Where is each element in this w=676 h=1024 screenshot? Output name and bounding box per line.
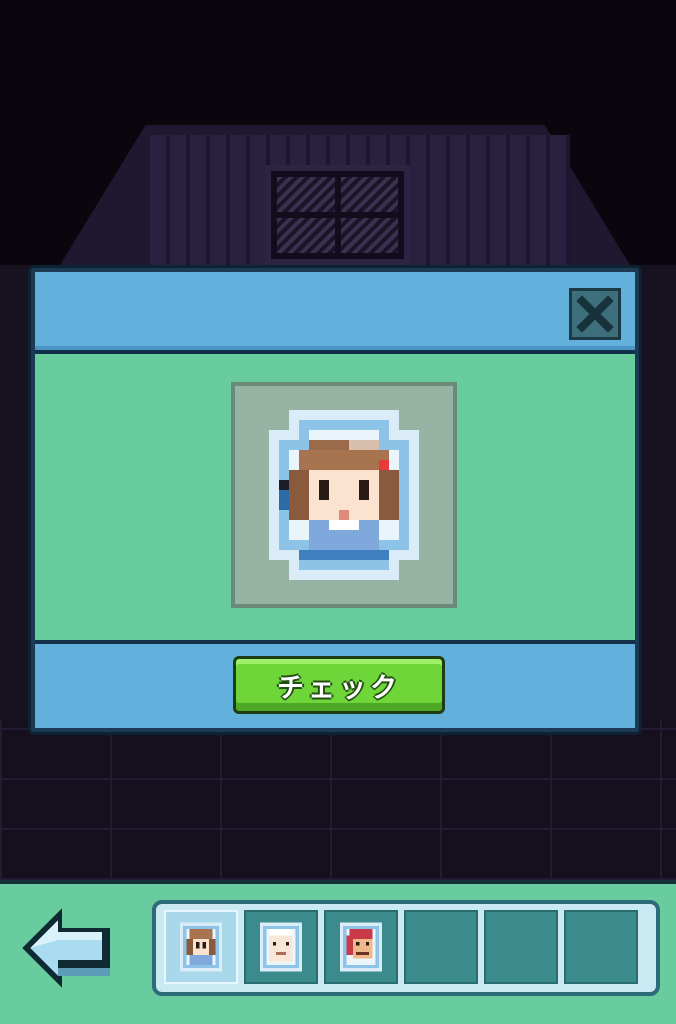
old-man-portrait-medallion-icon xyxy=(259,922,303,972)
red-hair-portrait-medallion-icon xyxy=(339,922,383,972)
girl-portrait-medallion-icon xyxy=(269,410,419,580)
girl-portrait-medallion-icon xyxy=(179,922,223,972)
bottom-toolbar xyxy=(0,880,676,1024)
inventory-slot[interactable] xyxy=(244,910,318,984)
inventory-slot[interactable] xyxy=(564,910,638,984)
inventory-slot[interactable] xyxy=(324,910,398,984)
dialog-footer: チェック xyxy=(35,644,635,728)
inventory-bar xyxy=(152,900,660,996)
item-preview xyxy=(231,382,457,608)
back-arrow-icon[interactable] xyxy=(18,900,118,996)
dialog-header xyxy=(35,272,635,354)
inventory-slot[interactable] xyxy=(404,910,478,984)
dialog-body xyxy=(35,354,635,644)
check-button-label: チェック xyxy=(277,672,401,704)
item-inspect-dialog: チェック xyxy=(28,265,642,735)
house-window xyxy=(265,165,410,265)
inventory-slot[interactable] xyxy=(484,910,558,984)
floor xyxy=(0,720,676,880)
inventory-slot[interactable] xyxy=(164,910,238,984)
close-x-icon xyxy=(576,295,614,333)
check-button[interactable]: チェック xyxy=(233,656,445,714)
close-button[interactable] xyxy=(569,288,621,340)
